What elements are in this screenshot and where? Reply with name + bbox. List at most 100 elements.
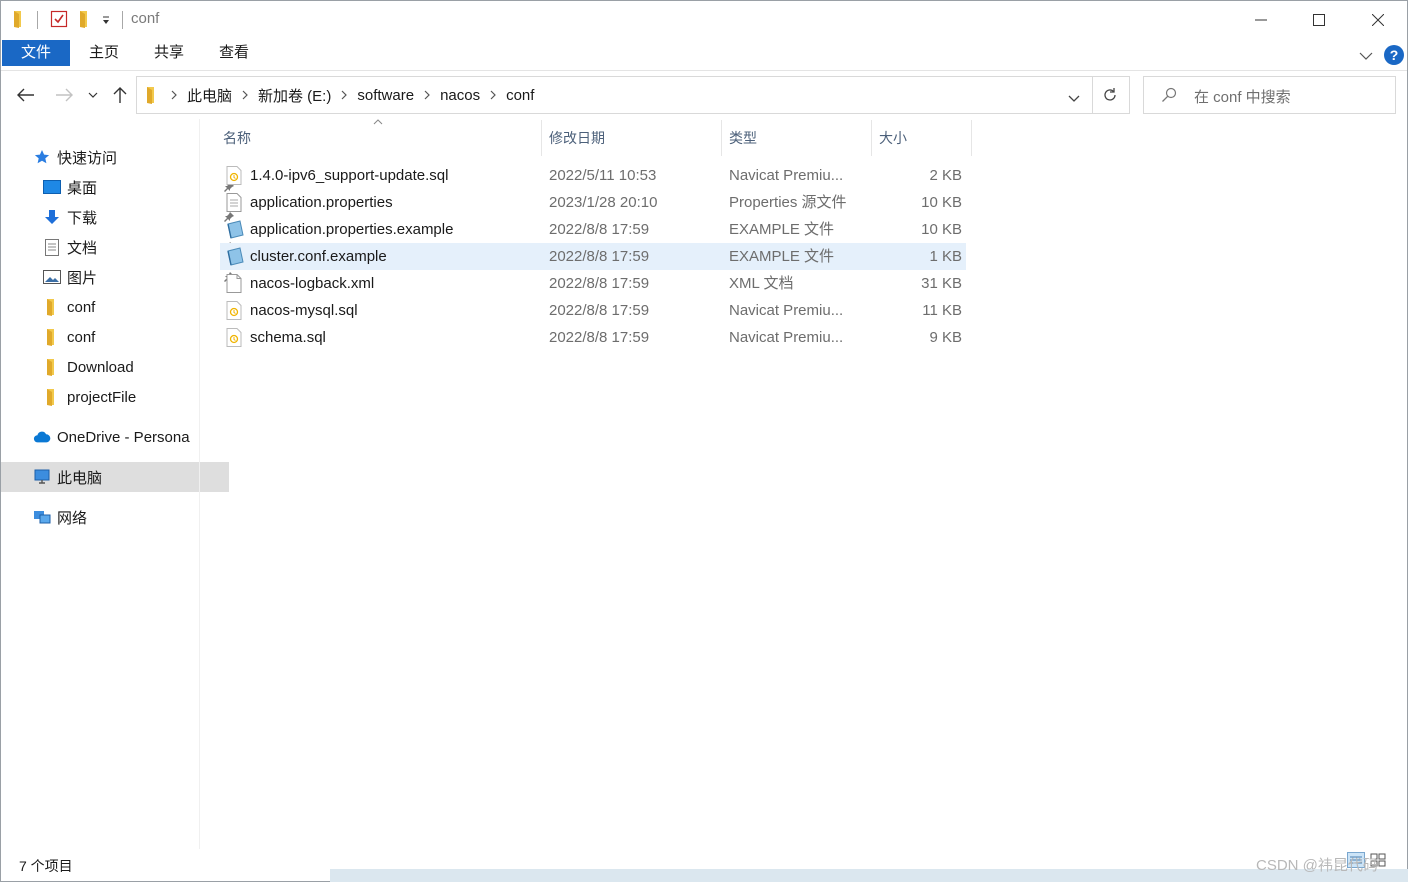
sidebar-item-documents[interactable]: 文档 [1, 232, 239, 262]
tab-home[interactable]: 主页 [75, 39, 133, 67]
tab-share[interactable]: 共享 [140, 39, 198, 67]
sidebar-item-this-pc[interactable]: 此电脑 [1, 462, 229, 492]
status-item-count: 7 个项目 [19, 858, 73, 874]
chevron-right-icon[interactable] [484, 90, 502, 100]
cloud-icon [33, 428, 51, 446]
file-name: schema.sql [250, 329, 326, 346]
breadcrumb-item[interactable]: software [353, 87, 418, 104]
column-header-type[interactable]: 类型 [725, 120, 872, 156]
new-folder-icon[interactable] [77, 10, 93, 32]
tab-file[interactable]: 文件 [2, 40, 70, 66]
recent-locations-button[interactable] [81, 82, 105, 108]
minimize-button[interactable] [1232, 1, 1290, 39]
search-input[interactable]: 在 conf 中搜索 [1143, 76, 1396, 114]
breadcrumb-item[interactable]: nacos [436, 87, 484, 104]
expand-ribbon-icon[interactable] [1359, 48, 1373, 65]
chevron-right-icon[interactable] [335, 90, 353, 100]
sql-file-icon [226, 166, 242, 185]
sidebar-item-pictures[interactable]: 图片 [1, 262, 239, 292]
file-name: 1.4.0-ipv6_support-update.sql [250, 167, 449, 184]
file-row[interactable]: application.properties.example 2022/8/8 … [220, 216, 966, 243]
file-size: 11 KB [922, 302, 962, 319]
network-icon [33, 508, 51, 526]
file-type: Navicat Premiu... [729, 167, 844, 184]
sidebar-item-label: 快速访问 [57, 149, 118, 167]
navigation-bar: 此电脑 新加卷 (E:) software nacos conf 在 conf … [1, 71, 1407, 119]
file-row[interactable]: cluster.conf.example 2022/8/8 17:59 EXAM… [220, 243, 966, 270]
file-type: EXAMPLE 文件 [729, 248, 835, 265]
sidebar-item-label: OneDrive - Persona [57, 428, 190, 446]
picture-icon [43, 268, 61, 286]
file-date: 2022/5/11 10:53 [549, 167, 657, 184]
folder-icon [43, 388, 61, 406]
tab-view[interactable]: 查看 [205, 39, 263, 67]
sidebar-item-desktop[interactable]: 桌面 [1, 172, 239, 202]
chevron-down-icon[interactable] [1068, 90, 1080, 107]
watermark: CSDN @祎昆代码 [1256, 857, 1378, 874]
file-size: 10 KB [921, 194, 962, 211]
address-bar[interactable]: 此电脑 新加卷 (E:) software nacos conf [136, 76, 1093, 114]
forward-button[interactable] [50, 82, 78, 108]
breadcrumb: 此电脑 新加卷 (E:) software nacos conf [137, 77, 538, 113]
example-file-icon [226, 220, 244, 239]
customize-toolbar-icon[interactable] [101, 13, 111, 30]
sidebar-item-label: 桌面 [67, 179, 98, 197]
refresh-icon [1104, 88, 1116, 101]
file-date: 2022/8/8 17:59 [549, 248, 650, 265]
help-button[interactable]: ? [1384, 45, 1404, 65]
chevron-right-icon[interactable] [236, 90, 254, 100]
example-file-icon [226, 247, 244, 266]
file-row[interactable]: 1.4.0-ipv6_support-update.sql 2022/5/11 … [220, 162, 966, 189]
column-header-name[interactable]: 名称 [219, 120, 542, 156]
sidebar-item-download[interactable]: Download [1, 352, 239, 382]
sidebar-item-label: conf [67, 298, 96, 316]
file-date: 2023/1/28 20:10 [549, 194, 658, 211]
close-button[interactable] [1349, 1, 1407, 39]
sidebar-item-network[interactable]: 网络 [1, 502, 229, 532]
up-button[interactable] [106, 82, 134, 108]
window-title: conf [131, 10, 160, 27]
sidebar-item-onedrive[interactable]: OneDrive - Persona [1, 422, 229, 452]
sidebar-item-label: Download [67, 358, 134, 376]
sidebar-item-label: 此电脑 [57, 469, 103, 487]
file-row[interactable]: schema.sql 2022/8/8 17:59 Navicat Premiu… [220, 324, 966, 351]
file-row[interactable]: nacos-mysql.sql 2022/8/8 17:59 Navicat P… [220, 297, 966, 324]
sidebar-item-conf[interactable]: conf [1, 322, 239, 352]
sidebar-item-label: 下载 [67, 209, 98, 227]
file-type: EXAMPLE 文件 [729, 221, 835, 238]
file-date: 2022/8/8 17:59 [549, 329, 650, 346]
column-header-size[interactable]: 大小 [875, 120, 972, 156]
ribbon-tabs: 文件 主页 共享 查看 ? [1, 39, 1407, 71]
sql-file-icon [226, 301, 242, 320]
file-row[interactable]: application.properties 2023/1/28 20:10 P… [220, 189, 966, 216]
sidebar-item-conf[interactable]: conf [1, 292, 239, 322]
back-button[interactable] [12, 82, 40, 108]
chevron-right-icon[interactable] [165, 90, 183, 100]
sql-file-icon [226, 328, 242, 347]
sidebar-item-projectfile[interactable]: projectFile [1, 382, 239, 412]
maximize-button[interactable] [1290, 1, 1348, 39]
sidebar-item-quick-access[interactable]: 快速访问 [1, 142, 229, 172]
document-icon [43, 238, 61, 256]
computer-icon [33, 468, 51, 486]
properties-icon[interactable] [50, 10, 68, 32]
column-header-date[interactable]: 修改日期 [545, 120, 722, 156]
chevron-right-icon[interactable] [418, 90, 436, 100]
file-row[interactable]: nacos-logback.xml 2022/8/8 17:59 XML 文档 … [220, 270, 966, 297]
refresh-button[interactable] [1091, 76, 1130, 114]
sidebar-item-downloads[interactable]: 下载 [1, 202, 239, 232]
file-name: application.properties [250, 194, 393, 211]
file-size: 2 KB [929, 167, 962, 184]
file-size: 9 KB [929, 329, 962, 346]
breadcrumb-item[interactable]: conf [502, 87, 538, 104]
blank-file-icon [226, 274, 242, 293]
file-date: 2022/8/8 17:59 [549, 275, 650, 292]
file-date: 2022/8/8 17:59 [549, 221, 650, 238]
folder-icon [43, 328, 61, 346]
breadcrumb-item[interactable]: 新加卷 (E:) [254, 85, 335, 106]
file-type: Properties 源文件 [729, 194, 847, 211]
folder-icon [43, 358, 61, 376]
breadcrumb-item[interactable]: 此电脑 [183, 85, 236, 106]
star-icon [33, 148, 51, 166]
file-type: XML 文档 [729, 275, 794, 292]
